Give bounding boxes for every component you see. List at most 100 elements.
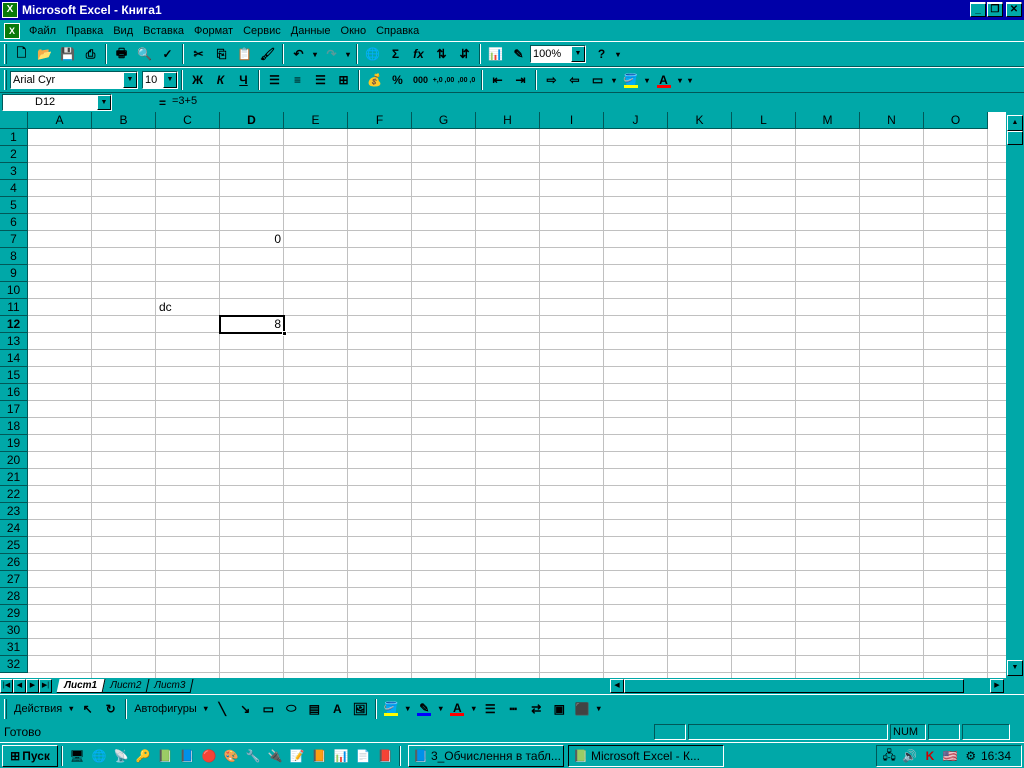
zoom-select[interactable]: 100% ▼ xyxy=(530,45,586,63)
row-header-1[interactable]: 1 xyxy=(0,129,28,146)
column-header-d[interactable]: D xyxy=(220,112,284,129)
draw-fill-color-icon[interactable]: 🪣 xyxy=(380,698,403,720)
doc-minimize-button[interactable]: _ xyxy=(970,3,986,17)
zoom-dropdown-icon[interactable]: ▼ xyxy=(571,46,585,62)
draw-font-color-dropdown-icon[interactable]: ▾ xyxy=(469,698,479,720)
column-header-f[interactable]: F xyxy=(348,112,412,129)
doc-restore-button[interactable]: ❐ xyxy=(987,3,1003,17)
actions-dropdown-icon[interactable]: ▾ xyxy=(66,698,76,720)
bold-button[interactable]: Ж xyxy=(186,69,209,91)
percent-button[interactable]: % xyxy=(386,69,409,91)
scroll-down-icon[interactable]: ▼ xyxy=(1007,660,1023,676)
row-header-14[interactable]: 14 xyxy=(0,350,28,367)
row-header-26[interactable]: 26 xyxy=(0,554,28,571)
quicklaunch-paint-icon[interactable]: 🎨 xyxy=(222,747,240,765)
quicklaunch-tool-icon[interactable]: 🔧 xyxy=(244,747,262,765)
toolbar-options-icon[interactable]: ▾ xyxy=(613,43,623,65)
spelling-icon[interactable]: ✓ xyxy=(156,43,179,65)
borders-dropdown-icon[interactable]: ▾ xyxy=(609,69,619,91)
rectangle-tool-icon[interactable]: ▭ xyxy=(257,698,280,720)
row-header-11[interactable]: 11 xyxy=(0,299,28,316)
quicklaunch-powerpoint-icon[interactable]: 📙 xyxy=(310,747,328,765)
autosum-icon[interactable]: Σ xyxy=(384,43,407,65)
row-header-13[interactable]: 13 xyxy=(0,333,28,350)
menu-window[interactable]: Окно xyxy=(336,25,372,37)
row-header-30[interactable]: 30 xyxy=(0,622,28,639)
line-color-dropdown-icon[interactable]: ▾ xyxy=(436,698,446,720)
merge-center-icon[interactable]: ⊞ xyxy=(332,69,355,91)
sort-descending-icon[interactable]: ⇵ xyxy=(453,43,476,65)
toolbar-options-icon-2[interactable]: ▾ xyxy=(685,69,695,91)
save-icon[interactable]: 💾 xyxy=(56,43,79,65)
underline-button[interactable]: Ч xyxy=(232,69,255,91)
name-box-dropdown-icon[interactable]: ▼ xyxy=(97,95,111,110)
font-color-dropdown-icon[interactable]: ▾ xyxy=(675,69,685,91)
chart-wizard-icon[interactable]: 📊 xyxy=(484,43,507,65)
row-header-27[interactable]: 27 xyxy=(0,571,28,588)
wordart-icon[interactable]: A xyxy=(326,698,349,720)
start-button[interactable]: ⊞ Пуск xyxy=(2,744,58,767)
new-document-icon[interactable]: 🗋 xyxy=(10,43,33,65)
scroll-left-icon[interactable]: ◀ xyxy=(610,679,624,693)
row-header-7[interactable]: 7 xyxy=(0,231,28,248)
quicklaunch-excel-icon[interactable]: 📗 xyxy=(156,747,174,765)
print-icon[interactable]: ⎙ xyxy=(79,43,102,65)
workbook-icon[interactable]: X xyxy=(4,22,20,39)
doc-close-button[interactable]: ✕ xyxy=(1006,3,1022,17)
scroll-up-icon[interactable]: ▲ xyxy=(1007,115,1023,131)
column-header-e[interactable]: E xyxy=(284,112,348,129)
sort-ascending-icon[interactable]: ⇅ xyxy=(430,43,453,65)
scroll-right-icon[interactable]: ▶ xyxy=(990,679,1004,693)
line-tool-icon[interactable]: ╲ xyxy=(211,698,234,720)
quicklaunch-excel2-icon[interactable]: 📊 xyxy=(332,747,350,765)
quicklaunch-word-icon[interactable]: 📘 xyxy=(178,747,196,765)
menu-insert[interactable]: Вставка xyxy=(138,25,189,37)
line-style-icon[interactable]: ☰ xyxy=(479,698,502,720)
arrow-left-icon[interactable]: ⇦ xyxy=(563,69,586,91)
increase-decimal-button[interactable]: +,0 ,00 xyxy=(432,69,455,91)
select-objects-icon[interactable]: ↖ xyxy=(76,698,99,720)
decrease-indent-icon[interactable]: ⇤ xyxy=(486,69,509,91)
thousands-separator-button[interactable]: 000 xyxy=(409,69,432,91)
autoshapes-dropdown-icon[interactable]: ▾ xyxy=(201,698,211,720)
format-painter-icon[interactable]: 🖌 xyxy=(256,43,279,65)
web-toolbar-icon[interactable]: 🌐 xyxy=(361,43,384,65)
menu-view[interactable]: Вид xyxy=(108,25,138,37)
row-header-31[interactable]: 31 xyxy=(0,639,28,656)
quicklaunch-doc-icon[interactable]: 📄 xyxy=(354,747,372,765)
font-name-dropdown-icon[interactable]: ▼ xyxy=(123,72,137,88)
italic-button[interactable]: К xyxy=(209,69,232,91)
toolbar-grip-2[interactable] xyxy=(4,70,7,90)
row-header-6[interactable]: 6 xyxy=(0,214,28,231)
fill-color-dropdown-icon[interactable]: ▾ xyxy=(642,69,652,91)
arrow-style-icon[interactable]: ⇄ xyxy=(525,698,548,720)
help-icon[interactable]: ? xyxy=(590,43,613,65)
menu-data[interactable]: Данные xyxy=(286,25,336,37)
font-size-select[interactable]: 10 ▼ xyxy=(142,71,178,89)
vertical-scrollbar[interactable]: ▲ ▼ xyxy=(1006,112,1024,678)
tray-language-icon[interactable]: 🇺🇸 xyxy=(942,747,958,765)
free-rotate-icon[interactable]: ↻ xyxy=(99,698,122,720)
row-header-18[interactable]: 18 xyxy=(0,418,28,435)
column-header-i[interactable]: I xyxy=(540,112,604,129)
last-sheet-icon[interactable]: ▶| xyxy=(39,679,52,693)
column-header-c[interactable]: C xyxy=(156,112,220,129)
tray-misc-icon[interactable]: ⚙ xyxy=(963,747,979,765)
row-header-28[interactable]: 28 xyxy=(0,588,28,605)
borders-icon[interactable]: ▭ xyxy=(586,69,609,91)
cell-d7[interactable]: 0 xyxy=(223,231,281,247)
column-header-m[interactable]: M xyxy=(796,112,860,129)
row-header-19[interactable]: 19 xyxy=(0,435,28,452)
row-header-23[interactable]: 23 xyxy=(0,503,28,520)
quicklaunch-notepad-icon[interactable]: 📝 xyxy=(288,747,306,765)
menu-help[interactable]: Справка xyxy=(371,25,424,37)
row-header-21[interactable]: 21 xyxy=(0,469,28,486)
redo-icon[interactable]: ↷ xyxy=(320,43,343,65)
horizontal-scroll-thumb[interactable] xyxy=(624,679,964,693)
menu-edit[interactable]: Правка xyxy=(61,25,108,37)
dash-style-icon[interactable]: ┅ xyxy=(502,698,525,720)
row-header-2[interactable]: 2 xyxy=(0,146,28,163)
toolbar-grip-3[interactable] xyxy=(4,698,7,719)
row-header-12[interactable]: 12 xyxy=(0,316,28,333)
quicklaunch-ie-icon[interactable]: 🌐 xyxy=(90,747,108,765)
